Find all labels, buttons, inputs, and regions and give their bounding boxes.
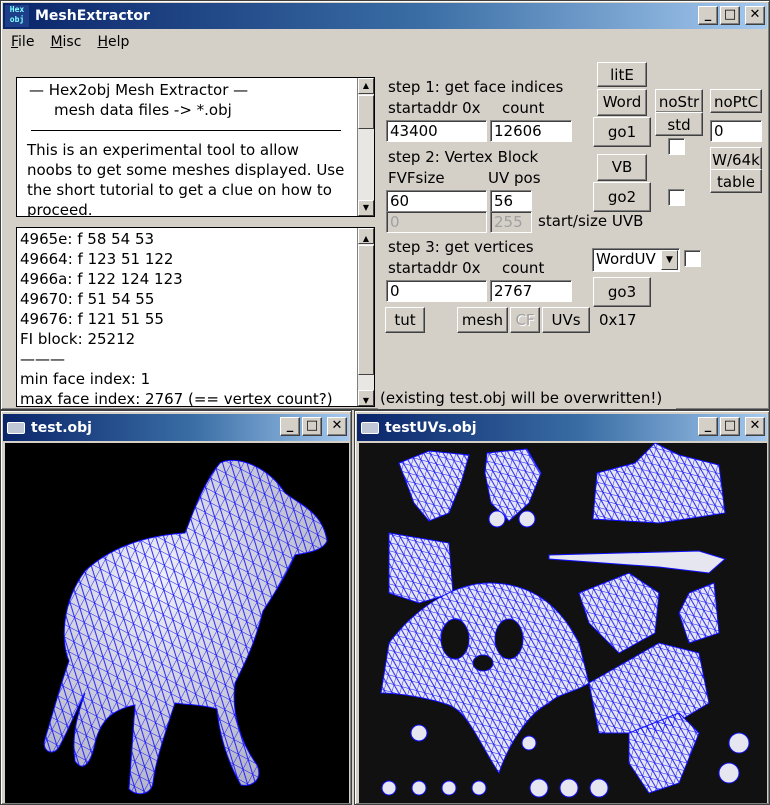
step3-addr-label: startaddr 0x: [386, 258, 486, 279]
uv-format-value: WordUV: [596, 250, 656, 268]
hex-value: 0x17: [597, 310, 639, 331]
app-icon: Hex obj: [5, 5, 29, 27]
step1-addr-input[interactable]: 43400: [386, 120, 487, 142]
window-icon: [361, 421, 379, 434]
dog-mesh: [43, 459, 328, 795]
intro-subtitle: mesh data files -> *.obj: [54, 101, 232, 119]
go1-button[interactable]: go1: [593, 117, 651, 147]
minimize-button[interactable]: _: [698, 417, 718, 436]
nostr-button[interactable]: noStr: [655, 89, 703, 113]
lite-button[interactable]: litE: [597, 62, 647, 87]
ptc-input[interactable]: 0: [710, 120, 762, 142]
w64k-button[interactable]: W/64k: [710, 147, 762, 171]
main-window: Hex obj MeshExtractor _ □ ✕ File Misc He…: [0, 0, 770, 410]
cf-button[interactable]: CF: [510, 307, 540, 333]
uvb-label: start/size UVB: [536, 211, 646, 232]
step2-label: step 2: Vertex Block: [386, 147, 586, 168]
uv-format-select[interactable]: WordUV ▼: [592, 248, 680, 272]
log-line: min face index: 1: [20, 370, 151, 388]
table-button[interactable]: table: [710, 169, 762, 193]
minimize-button[interactable]: _: [280, 417, 300, 436]
fvf-label: FVFsize: [386, 168, 486, 189]
go2-button[interactable]: go2: [593, 182, 651, 212]
scroll-thumb[interactable]: [358, 245, 374, 375]
tut-button[interactable]: tut: [385, 307, 425, 333]
mesh-viewer-titlebar[interactable]: test.obj _ □ ✕: [3, 414, 349, 441]
word-button[interactable]: Word: [597, 89, 647, 116]
app-title: MeshExtractor: [35, 8, 150, 24]
uv-checkbox[interactable]: [684, 250, 701, 267]
uvb-size-input[interactable]: 255: [490, 211, 532, 233]
noptc-button[interactable]: noPtC: [710, 89, 762, 113]
fvf-input[interactable]: 60: [386, 190, 487, 212]
scroll-thumb[interactable]: [358, 95, 374, 129]
step1-count-label: count: [486, 98, 586, 119]
scroll-down-icon[interactable]: ▼: [358, 200, 374, 216]
uvs-button[interactable]: UVs: [542, 307, 590, 333]
uv-viewer-window: testUVs.obj _ □ ✕: [354, 410, 770, 805]
close-button[interactable]: ✕: [745, 6, 765, 25]
step3-addr-input[interactable]: 0: [386, 280, 487, 302]
intro-scrollbar[interactable]: ▲ ▼: [357, 78, 374, 216]
step3-count-input[interactable]: 2767: [490, 280, 572, 302]
go2-checkbox[interactable]: [668, 189, 685, 206]
log-line: 49664: f 123 51 122: [20, 250, 174, 268]
std-button[interactable]: std: [655, 112, 703, 136]
scroll-up-icon[interactable]: ▲: [358, 78, 374, 94]
log-line: ———: [20, 350, 65, 368]
window-icon: [7, 421, 25, 434]
minimize-button[interactable]: _: [698, 6, 718, 25]
mesh-viewer-title: test.obj: [31, 419, 92, 436]
uvpos-input[interactable]: 56: [490, 190, 532, 212]
log-line: FI block: 25212: [20, 330, 136, 348]
log-line: 4966a: f 122 124 123: [20, 270, 183, 288]
maximize-button[interactable]: □: [720, 6, 740, 25]
scroll-up-icon[interactable]: ▲: [358, 228, 374, 244]
uv-layout-render: [380, 443, 750, 798]
step1-label: step 1: get face indices: [386, 77, 586, 98]
vb-button[interactable]: VB: [597, 154, 647, 181]
menu-help[interactable]: Help: [97, 34, 129, 50]
log-line: 4965e: f 58 54 53: [20, 230, 155, 248]
maximize-button[interactable]: □: [720, 417, 740, 436]
uv-viewer-title: testUVs.obj: [385, 419, 477, 436]
step3-label: step 3: get vertices: [386, 237, 586, 258]
intro-title: — Hex2obj Mesh Extractor —: [29, 81, 249, 99]
close-button[interactable]: ✕: [327, 417, 347, 436]
log-scrollbar[interactable]: ▲ ▼: [357, 228, 374, 406]
std-checkbox[interactable]: [668, 138, 685, 155]
close-button[interactable]: ✕: [745, 417, 765, 436]
step3-count-label: count: [486, 258, 586, 279]
log-line: max face index: 2767 (== vertex count?): [20, 390, 333, 406]
maximize-button[interactable]: □: [302, 417, 322, 436]
menu-file[interactable]: File: [11, 34, 34, 50]
dog-mesh-render: [43, 459, 328, 795]
uv-viewport[interactable]: [359, 443, 767, 803]
mesh-button[interactable]: mesh: [457, 307, 508, 333]
intro-body: This is an experimental tool to allow no…: [27, 141, 345, 216]
chevron-down-icon[interactable]: ▼: [661, 250, 678, 270]
menu-bar: File Misc Help: [5, 31, 129, 53]
step1-addr-label: startaddr 0x: [386, 98, 486, 119]
go3-button[interactable]: go3: [593, 277, 651, 307]
uvpos-label: UV pos: [486, 168, 586, 189]
step1-count-input[interactable]: 12606: [490, 120, 572, 142]
uv-viewer-titlebar[interactable]: testUVs.obj _ □ ✕: [357, 414, 767, 441]
mesh-viewer-window: test.obj _ □ ✕: [0, 410, 352, 805]
menu-misc[interactable]: Misc: [50, 34, 81, 50]
log-line: 49676: f 121 51 55: [20, 310, 164, 328]
scroll-down-icon[interactable]: ▼: [358, 390, 374, 406]
log-panel: 4965e: f 58 54 53 49664: f 123 51 122 49…: [16, 227, 375, 407]
main-titlebar[interactable]: Hex obj MeshExtractor _ □ ✕: [3, 3, 767, 29]
intro-divider: [31, 130, 341, 131]
intro-panel: — Hex2obj Mesh Extractor — mesh data fil…: [16, 77, 375, 217]
uv-wireframe-overlay: [381, 443, 725, 793]
uvb-start-input[interactable]: 0: [386, 211, 487, 233]
mesh-viewport[interactable]: [5, 443, 349, 803]
overwrite-warning: (existing test.obj will be overwritten!): [378, 388, 676, 409]
log-line: 49670: f 51 54 55: [20, 290, 155, 308]
